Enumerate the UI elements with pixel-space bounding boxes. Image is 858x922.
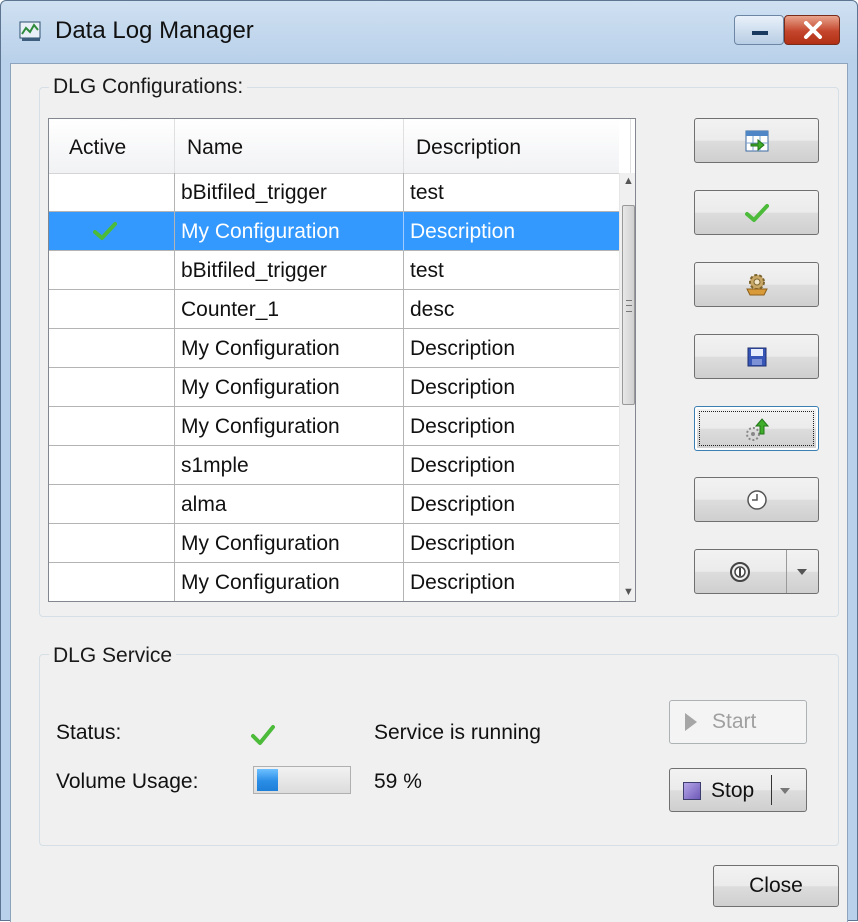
scroll-up-arrow-icon[interactable]: ▲ [620, 173, 635, 190]
activate-button[interactable] [694, 190, 819, 235]
data-log-manager-window: Data Log Manager DLG Configurations: Act… [0, 0, 858, 922]
settings-button[interactable] [694, 262, 819, 307]
table-row[interactable]: alma Description [49, 485, 631, 524]
export-button[interactable] [694, 118, 819, 163]
active-cell[interactable] [49, 290, 175, 329]
active-cell[interactable] [49, 485, 175, 524]
active-cell[interactable] [49, 251, 175, 290]
table-row[interactable]: My Configuration Description [49, 563, 631, 601]
table-scrollbar[interactable]: ▲ ▼ [619, 173, 635, 601]
volume-usage-bar [253, 766, 351, 794]
start-button-label: Start [712, 710, 757, 733]
stop-button-label: Stop [711, 779, 755, 802]
upload-config-icon [745, 417, 769, 441]
table-row[interactable]: My Configuration Description [49, 524, 631, 563]
table-row[interactable]: My Configuration Description [49, 407, 631, 446]
info-icon [730, 561, 750, 582]
close-icon [804, 21, 822, 39]
schedule-button[interactable] [694, 477, 819, 522]
active-cell[interactable] [49, 329, 175, 368]
service-group [39, 654, 839, 846]
active-check-icon [93, 222, 117, 240]
active-cell[interactable] [49, 368, 175, 407]
chevron-down-icon [797, 569, 807, 575]
close-button[interactable]: Close [713, 865, 839, 907]
configurations-group-label: DLG Configurations: [49, 75, 248, 99]
table-row[interactable]: My Configuration Description [49, 212, 631, 251]
description-cell[interactable]: Description [404, 407, 631, 446]
name-cell[interactable]: My Configuration [175, 368, 404, 407]
name-cell[interactable]: s1mple [175, 446, 404, 485]
name-cell[interactable]: Counter_1 [175, 290, 404, 329]
volume-usage-label: Volume Usage: [56, 770, 199, 793]
info-dropdown-arrow[interactable] [786, 550, 818, 593]
table-row[interactable]: My Configuration Description [49, 329, 631, 368]
description-cell[interactable]: Description [404, 485, 631, 524]
name-cell[interactable]: My Configuration [175, 407, 404, 446]
description-cell[interactable]: test [404, 173, 631, 212]
description-cell[interactable]: Description [404, 524, 631, 563]
window-close-button[interactable] [784, 15, 840, 45]
settings-gear-icon [745, 273, 768, 295]
table-row[interactable]: bBitfiled_trigger test [49, 251, 631, 290]
table-row[interactable]: My Configuration Description [49, 368, 631, 407]
minimize-button[interactable] [734, 15, 784, 45]
description-cell[interactable]: Description [404, 563, 631, 601]
description-cell[interactable]: Description [404, 329, 631, 368]
description-cell[interactable]: Description [404, 368, 631, 407]
name-cell[interactable]: My Configuration [175, 329, 404, 368]
play-icon [685, 713, 697, 731]
minimize-icon [752, 31, 768, 35]
name-cell[interactable]: My Configuration [175, 212, 404, 251]
description-cell[interactable]: desc [404, 290, 631, 329]
stop-icon [683, 782, 701, 800]
upload-config-button[interactable] [694, 406, 819, 451]
status-check-icon [251, 725, 275, 745]
export-table-icon [745, 130, 768, 151]
window-title: Data Log Manager [55, 17, 254, 44]
active-cell[interactable] [49, 407, 175, 446]
status-label: Status: [56, 721, 122, 744]
description-cell[interactable]: test [404, 251, 631, 290]
stop-split-button[interactable]: Stop [669, 768, 807, 812]
grip-icon [626, 300, 632, 312]
name-cell[interactable]: alma [175, 485, 404, 524]
active-cell[interactable] [49, 212, 175, 251]
status-text: Service is running [374, 721, 541, 744]
active-cell[interactable] [49, 446, 175, 485]
column-header-active[interactable]: Active [49, 119, 175, 173]
save-disk-icon [747, 347, 766, 366]
table-row[interactable]: s1mple Description [49, 446, 631, 485]
active-cell[interactable] [49, 563, 175, 601]
column-header-description[interactable]: Description [404, 119, 631, 173]
table-header: Active Name Description [49, 119, 631, 174]
configurations-table[interactable]: Active Name Description bBitfiled_trigge… [48, 118, 636, 602]
name-cell[interactable]: My Configuration [175, 524, 404, 563]
scroll-down-arrow-icon[interactable]: ▼ [620, 584, 635, 601]
active-cell[interactable] [49, 524, 175, 563]
activate-check-icon [744, 203, 769, 222]
service-group-label: DLG Service [49, 644, 177, 668]
description-cell[interactable]: Description [404, 446, 631, 485]
app-icon [19, 21, 41, 41]
table-row[interactable]: bBitfiled_trigger test [49, 173, 631, 212]
chevron-down-icon[interactable] [780, 788, 790, 794]
description-cell[interactable]: Description [404, 212, 631, 251]
split-separator [771, 775, 772, 805]
title-bar[interactable]: Data Log Manager [1, 1, 857, 63]
start-button[interactable]: Start [669, 700, 807, 744]
name-cell[interactable]: My Configuration [175, 563, 404, 601]
volume-usage-fill [257, 769, 278, 791]
name-cell[interactable]: bBitfiled_trigger [175, 251, 404, 290]
table-row[interactable]: Counter_1 desc [49, 290, 631, 329]
scroll-thumb[interactable] [622, 205, 635, 405]
info-split-button[interactable] [694, 549, 819, 594]
save-button[interactable] [694, 334, 819, 379]
column-header-name[interactable]: Name [175, 119, 404, 173]
volume-usage-text: 59 % [374, 770, 422, 793]
name-cell[interactable]: bBitfiled_trigger [175, 173, 404, 212]
schedule-clock-icon [746, 489, 767, 510]
active-cell[interactable] [49, 173, 175, 212]
